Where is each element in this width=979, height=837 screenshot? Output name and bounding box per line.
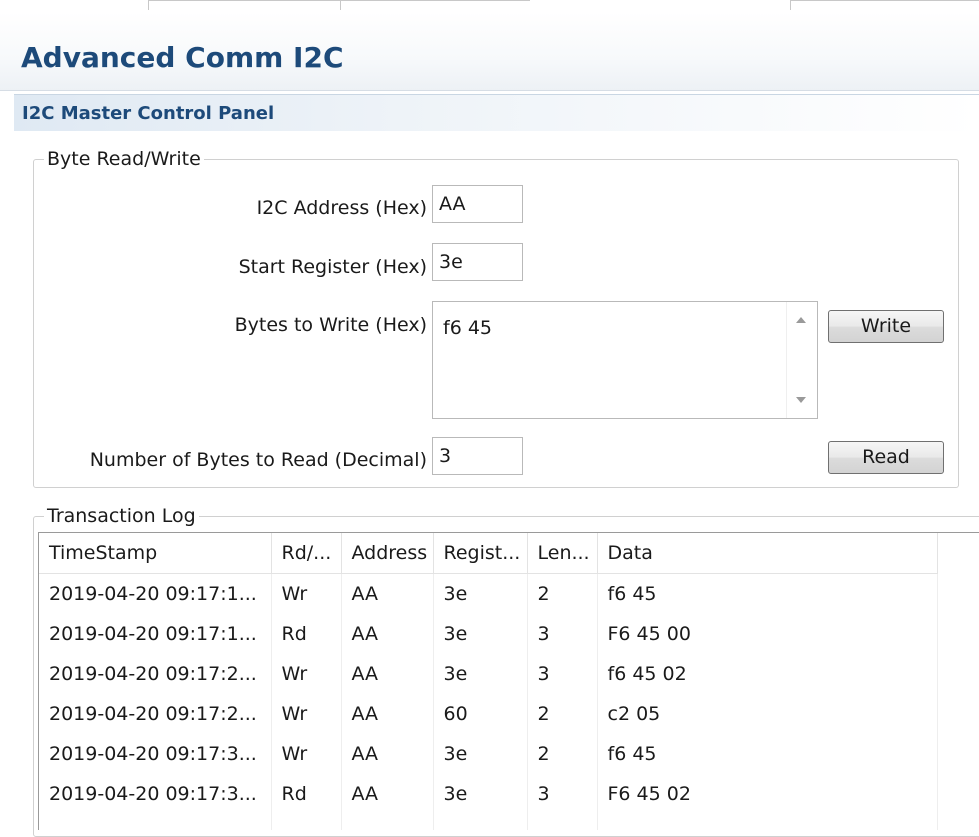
cell-timestamp: 2019-04-20 09:17:2... (39, 694, 272, 734)
cell-length: 2 (527, 694, 598, 734)
tab-divider (148, 0, 149, 10)
scroll-up-icon[interactable] (796, 317, 806, 323)
column-header-address[interactable]: Address (341, 533, 434, 574)
transaction-log-legend: Transaction Log (47, 505, 196, 527)
bytes-to-write-textarea[interactable]: f6 45 (432, 301, 818, 419)
bytes-to-write-value: f6 45 (443, 317, 492, 339)
section-header[interactable]: I2C Master Control Panel (14, 94, 979, 131)
table-row[interactable]: 2019-04-20 09:17:1... Wr AA 3e 2 f6 45 (39, 573, 938, 614)
scroll-down-icon[interactable] (796, 397, 806, 403)
page-title: Advanced Comm I2C (21, 41, 344, 74)
column-header-rd-wr[interactable]: Rd/... (271, 533, 342, 574)
cell-data: F6 45 02 (597, 774, 938, 814)
top-tab-strip (0, 0, 979, 12)
write-button[interactable]: Write (828, 310, 944, 343)
section-title: I2C Master Control Panel (22, 103, 275, 124)
cell-timestamp: 2019-04-20 09:17:3... (39, 774, 272, 814)
table-row[interactable]: 2019-04-20 09:17:2... Wr AA 3e 3 f6 45 0… (39, 654, 938, 694)
title-area: Advanced Comm I2C (0, 12, 979, 91)
cell-timestamp: 2019-04-20 09:17:2... (39, 654, 272, 694)
i2c-address-label: I2C Address (Hex) (256, 197, 427, 219)
cell-register: 3e (433, 734, 528, 774)
transaction-log-table-container[interactable]: TimeStamp Rd/... Address Regist... Len..… (38, 532, 979, 830)
transaction-log-table: TimeStamp Rd/... Address Regist... Len..… (39, 533, 938, 830)
cell-address (341, 814, 434, 830)
cell-register: 60 (433, 694, 528, 734)
cell-length (527, 814, 598, 830)
cell-length: 3 (527, 654, 598, 694)
i2c-address-input[interactable] (432, 185, 523, 223)
cell-length: 3 (527, 614, 598, 654)
start-register-input[interactable] (432, 243, 523, 281)
column-header-timestamp[interactable]: TimeStamp (39, 533, 272, 574)
cell-data: f6 45 02 (597, 654, 938, 694)
bytes-to-write-label: Bytes to Write (Hex) (234, 314, 427, 336)
tab-divider (790, 0, 791, 10)
cell-timestamp: 2019-04-20 09:17:3... (39, 734, 272, 774)
table-header-row: TimeStamp Rd/... Address Regist... Len..… (39, 533, 938, 574)
cell-rd-wr: Rd (271, 614, 342, 654)
tab-divider (340, 0, 341, 10)
cell-timestamp: 2019-04-20 09:17:1... (39, 573, 272, 614)
textarea-scrollbar[interactable] (786, 302, 817, 418)
cell-data: c2 05 (597, 694, 938, 734)
cell-data: f6 45 (597, 573, 938, 614)
cell-rd-wr: Wr (271, 694, 342, 734)
cell-data (597, 814, 938, 830)
start-register-label: Start Register (Hex) (238, 256, 427, 278)
table-row-empty[interactable] (39, 814, 938, 830)
cell-register (433, 814, 528, 830)
table-row[interactable]: 2019-04-20 09:17:2... Wr AA 60 2 c2 05 (39, 694, 938, 734)
cell-length: 2 (527, 734, 598, 774)
cell-address: AA (341, 654, 434, 694)
cell-register: 3e (433, 614, 528, 654)
cell-length: 2 (527, 573, 598, 614)
cell-rd-wr (271, 814, 342, 830)
byte-read-write-legend: Byte Read/Write (47, 148, 201, 170)
cell-address: AA (341, 694, 434, 734)
cell-register: 3e (433, 573, 528, 614)
cell-rd-wr: Wr (271, 654, 342, 694)
cell-address: AA (341, 774, 434, 814)
column-header-data[interactable]: Data (597, 533, 938, 574)
num-bytes-to-read-input[interactable] (432, 437, 523, 475)
cell-rd-wr: Wr (271, 573, 342, 614)
cell-timestamp: 2019-04-20 09:17:1... (39, 614, 272, 654)
cell-data: f6 45 (597, 734, 938, 774)
num-bytes-to-read-label: Number of Bytes to Read (Decimal) (89, 449, 427, 471)
tab-edge (148, 0, 530, 1)
table-row[interactable]: 2019-04-20 09:17:3... Wr AA 3e 2 f6 45 (39, 734, 938, 774)
column-header-length[interactable]: Len... (527, 533, 598, 574)
cell-data: F6 45 00 (597, 614, 938, 654)
cell-register: 3e (433, 654, 528, 694)
read-button[interactable]: Read (828, 441, 944, 474)
cell-rd-wr: Wr (271, 734, 342, 774)
cell-register: 3e (433, 774, 528, 814)
table-row[interactable]: 2019-04-20 09:17:3... Rd AA 3e 3 F6 45 0… (39, 774, 938, 814)
cell-timestamp (39, 814, 272, 830)
column-header-register[interactable]: Regist... (433, 533, 528, 574)
tab-edge (790, 0, 979, 1)
cell-address: AA (341, 573, 434, 614)
cell-length: 3 (527, 774, 598, 814)
cell-address: AA (341, 614, 434, 654)
cell-rd-wr: Rd (271, 774, 342, 814)
cell-address: AA (341, 734, 434, 774)
table-row[interactable]: 2019-04-20 09:17:1... Rd AA 3e 3 F6 45 0… (39, 614, 938, 654)
